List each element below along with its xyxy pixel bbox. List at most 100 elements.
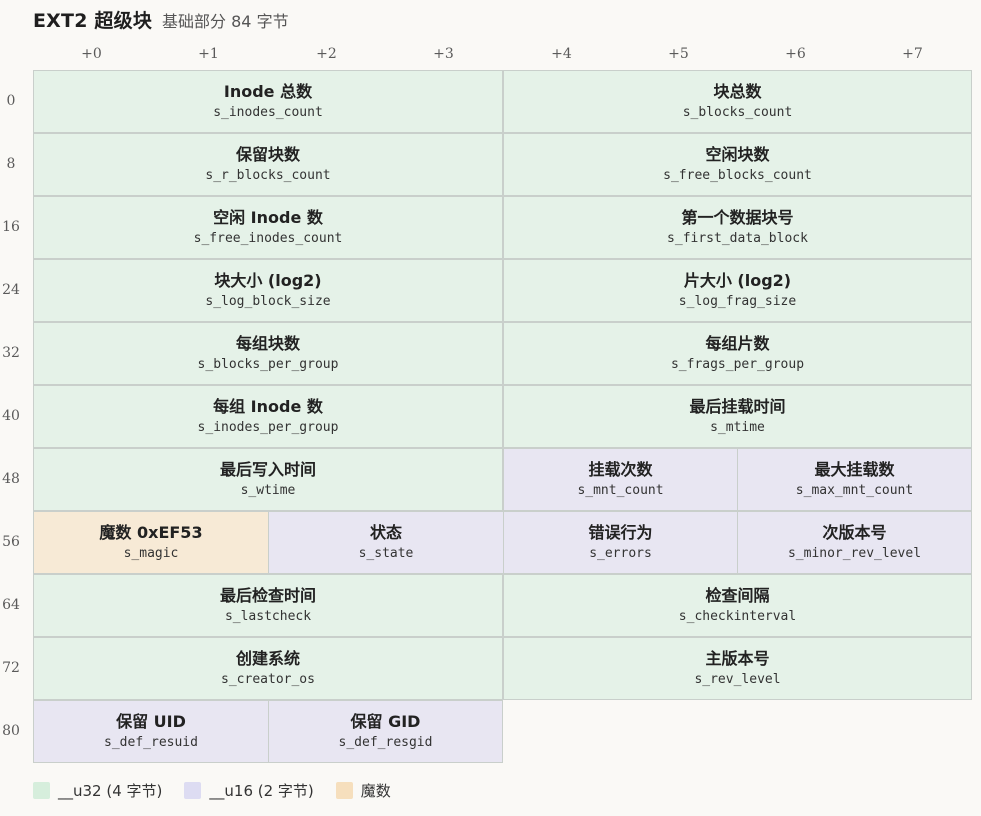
field-cell-s-errors: 错误行为 s_errors — [503, 511, 738, 574]
field-label: 保留 UID — [116, 712, 186, 731]
field-name: s_state — [358, 546, 414, 561]
field-label: 最后挂载时间 — [689, 397, 786, 416]
field-cell-s-mtime: 最后挂载时间 s_mtime — [503, 385, 972, 448]
field-label: 空闲 Inode 数 — [213, 208, 323, 227]
field-cell-s-log-block-size: 块大小 (log2) s_log_block_size — [33, 259, 503, 322]
field-name: s_errors — [589, 546, 652, 561]
field-label: 次版本号 — [822, 523, 887, 542]
field-cell-s-first-data-block: 第一个数据块号 s_first_data_block — [503, 196, 972, 259]
legend-item-magic: 魔数 — [335, 780, 391, 801]
field-cell-s-max-mnt-count: 最大挂载数 s_max_mnt_count — [737, 448, 972, 511]
field-name: s_first_data_block — [667, 231, 808, 246]
field-cell-s-free-inodes-count: 空闲 Inode 数 s_free_inodes_count — [33, 196, 503, 259]
row-offset-label: 48 — [2, 471, 20, 487]
field-label: 创建系统 — [235, 649, 300, 668]
field-label: 主版本号 — [705, 649, 770, 668]
field-name: s_lastcheck — [224, 609, 312, 624]
field-cell-s-inodes-count: Inode 总数 s_inodes_count — [33, 70, 503, 133]
field-name: s_blocks_per_group — [197, 357, 339, 372]
field-cell-s-def-resuid: 保留 UID s_def_resuid — [33, 700, 269, 763]
field-label: 块大小 (log2) — [214, 271, 322, 290]
field-label: 每组片数 — [705, 334, 770, 353]
row-offset-label: 0 — [6, 93, 16, 109]
column-header: +4 — [551, 46, 572, 62]
field-cell-s-magic: 魔数 0xEF53 s_magic — [33, 511, 269, 574]
diagram-subtitle: 基础部分 84 字节 — [162, 12, 289, 31]
diagram-header: EXT2 超级块 基础部分 84 字节 — [33, 6, 289, 33]
field-cell-s-r-blocks-count: 保留块数 s_r_blocks_count — [33, 133, 503, 196]
diagram-title: EXT2 超级块 — [33, 10, 153, 32]
column-header: +6 — [785, 46, 806, 62]
field-name: s_def_resgid — [338, 735, 433, 750]
field-name: s_mtime — [710, 420, 765, 435]
field-name: s_free_blocks_count — [663, 168, 812, 183]
field-name: s_rev_level — [694, 672, 781, 687]
field-name: s_def_resuid — [104, 735, 198, 750]
field-cell-s-state: 状态 s_state — [268, 511, 504, 574]
field-label: Inode 总数 — [223, 82, 313, 101]
field-label: 挂载次数 — [588, 460, 653, 479]
field-label: 保留块数 — [235, 145, 300, 164]
field-name: s_log_block_size — [205, 294, 331, 309]
column-header: +2 — [316, 46, 337, 62]
legend-swatch — [335, 782, 353, 799]
column-header: +1 — [198, 46, 219, 62]
column-header: +0 — [81, 46, 102, 62]
field-cell-s-minor-rev-level: 次版本号 s_minor_rev_level — [737, 511, 972, 574]
field-label: 错误行为 — [588, 523, 653, 542]
field-name: s_checkinterval — [678, 609, 797, 624]
field-name: s_magic — [123, 546, 179, 561]
field-label: 每组 Inode 数 — [213, 397, 323, 416]
field-name: s_minor_rev_level — [787, 546, 922, 561]
field-label: 最大挂载数 — [814, 460, 895, 479]
field-name: s_wtime — [240, 483, 296, 498]
field-cell-s-free-blocks-count: 空闲块数 s_free_blocks_count — [503, 133, 972, 196]
field-cell-s-def-resgid: 保留 GID s_def_resgid — [268, 700, 503, 763]
field-name: s_inodes_per_group — [197, 420, 339, 435]
legend-swatch — [33, 782, 50, 799]
field-cell-s-wtime: 最后写入时间 s_wtime — [33, 448, 503, 511]
field-cell-s-log-frag-size: 片大小 (log2) s_log_frag_size — [503, 259, 972, 322]
field-name: s_inodes_count — [213, 105, 323, 120]
legend: __u32 (4 字节) __u16 (2 字节) 魔数 — [33, 780, 413, 801]
legend-item-u32: __u32 (4 字节) — [33, 780, 162, 801]
field-cell-s-blocks-per-group: 每组块数 s_blocks_per_group — [33, 322, 503, 385]
field-name: s_log_frag_size — [678, 294, 797, 309]
field-label: 第一个数据块号 — [681, 208, 794, 227]
field-cell-s-frags-per-group: 每组片数 s_frags_per_group — [503, 322, 972, 385]
field-cell-s-lastcheck: 最后检查时间 s_lastcheck — [33, 574, 503, 637]
row-offset-label: 32 — [2, 345, 20, 361]
field-cell-s-mnt-count: 挂载次数 s_mnt_count — [503, 448, 738, 511]
field-name: s_max_mnt_count — [795, 483, 914, 498]
legend-swatch — [184, 782, 202, 799]
legend-item-u16: __u16 (2 字节) — [184, 780, 314, 801]
legend-label: __u16 (2 字节) — [209, 782, 314, 800]
field-label: 最后检查时间 — [219, 586, 316, 605]
field-cell-s-inodes-per-group: 每组 Inode 数 s_inodes_per_group — [33, 385, 503, 448]
field-label: 每组块数 — [235, 334, 300, 353]
field-label: 状态 — [369, 523, 402, 542]
row-offset-label: 16 — [2, 219, 20, 235]
field-name: s_mnt_count — [577, 483, 664, 498]
row-offset-label: 40 — [2, 408, 20, 424]
row-offset-label: 24 — [2, 282, 20, 298]
row-offset-label: 56 — [2, 534, 20, 550]
field-label: 空闲块数 — [705, 145, 770, 164]
field-cell-s-blocks-count: 块总数 s_blocks_count — [503, 70, 972, 133]
field-name: s_free_inodes_count — [193, 231, 343, 246]
field-label: 最后写入时间 — [219, 460, 316, 479]
field-cell-s-rev-level: 主版本号 s_rev_level — [503, 637, 972, 700]
column-header: +7 — [902, 46, 923, 62]
row-offset-label: 80 — [2, 723, 20, 739]
field-name: s_frags_per_group — [670, 357, 805, 372]
row-offset-label: 72 — [2, 660, 20, 676]
field-name: s_blocks_count — [682, 105, 793, 120]
field-label: 保留 GID — [350, 712, 421, 731]
field-name: s_creator_os — [221, 672, 315, 687]
row-offset-label: 64 — [2, 597, 20, 613]
field-name: s_r_blocks_count — [205, 168, 331, 183]
field-label: 块总数 — [713, 82, 762, 101]
column-header: +5 — [668, 46, 689, 62]
field-label: 检查间隔 — [705, 586, 770, 605]
legend-label: __u32 (4 字节) — [58, 782, 163, 800]
